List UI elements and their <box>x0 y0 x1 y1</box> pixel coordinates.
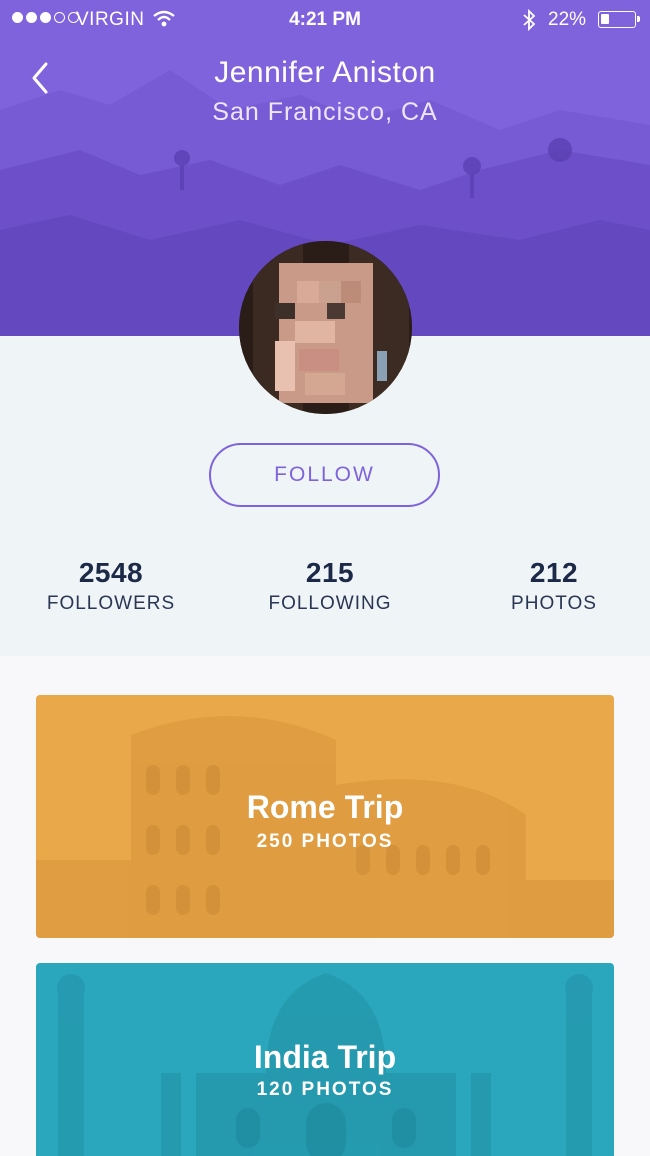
trip-card-rome[interactable]: Rome Trip 250 PHOTOS <box>36 695 614 938</box>
trip-card-india[interactable]: India Trip 120 PHOTOS <box>36 963 614 1156</box>
profile-name: Jennifer Aniston <box>214 56 436 89</box>
following-label: FOLLOWING <box>268 593 392 614</box>
avatar-photo <box>239 241 412 414</box>
status-bar: VIRGIN 4:21 PM 22% <box>0 0 650 40</box>
trip-title: Rome Trip <box>246 789 404 825</box>
trip-photo-count: 250 PHOTOS <box>256 831 394 852</box>
bluetooth-icon <box>523 8 536 32</box>
following-count: 215 <box>305 557 355 588</box>
photos-label: PHOTOS <box>511 593 597 614</box>
avatar[interactable] <box>239 241 412 414</box>
stat-photos[interactable]: 212 PHOTOS <box>500 557 608 615</box>
profile-location: San Francisco, CA <box>212 98 438 126</box>
followers-label: FOLLOWERS <box>46 593 176 614</box>
followers-count: 2548 <box>78 557 144 588</box>
trip-photo-count: 120 PHOTOS <box>256 1079 394 1100</box>
photos-count: 212 <box>529 557 579 588</box>
follow-button[interactable]: FOLLOW <box>209 443 440 507</box>
battery-icon <box>598 11 640 28</box>
trip-title: India Trip <box>253 1039 397 1075</box>
stat-followers[interactable]: 2548 FOLLOWERS <box>40 557 182 615</box>
battery-percentage: 22% <box>548 9 587 30</box>
stat-following[interactable]: 215 FOLLOWING <box>255 557 405 615</box>
